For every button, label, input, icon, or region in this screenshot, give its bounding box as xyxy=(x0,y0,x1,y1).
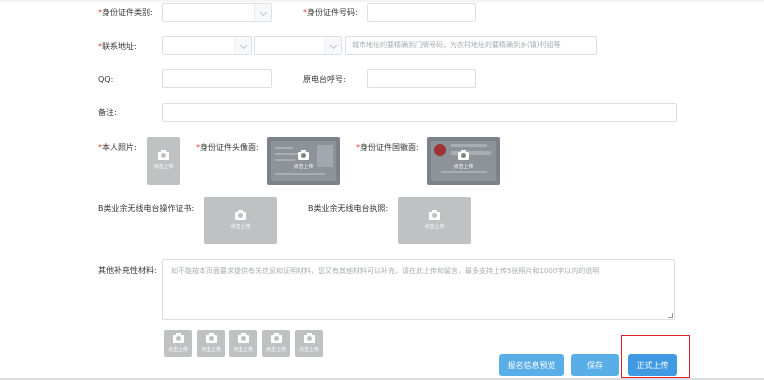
supplement-upload-3[interactable]: 点击上传 xyxy=(229,330,257,357)
id-card-front-preview xyxy=(271,141,336,181)
chevron-down-icon xyxy=(324,37,341,54)
province-select[interactable] xyxy=(162,36,252,55)
remark-input[interactable] xyxy=(162,103,677,122)
id-number-label: *身份证件号码: xyxy=(303,8,358,17)
original-callsign-input[interactable] xyxy=(367,69,476,88)
original-callsign-label: 原电台呼号: xyxy=(303,75,346,84)
camera-icon xyxy=(298,150,309,160)
supplement-upload-4[interactable]: 点击上传 xyxy=(262,330,290,357)
camera-icon xyxy=(458,150,469,160)
b-license-label: B类业余无线电台执照: xyxy=(308,204,389,213)
id-card-back-preview xyxy=(431,141,496,181)
camera-icon xyxy=(158,150,169,160)
b-cert-upload[interactable]: 点击上传 xyxy=(204,197,277,244)
qq-input[interactable] xyxy=(162,69,272,88)
submit-highlight-box xyxy=(621,335,690,378)
preview-button[interactable]: 报名信息预览 xyxy=(499,354,564,376)
photo-upload[interactable]: 点击上传 xyxy=(147,137,180,185)
address-input[interactable]: 城市地址的要精确到门牌号码，为农村地址的要精确到乡(镇)村组等 xyxy=(345,36,597,55)
camera-icon xyxy=(429,209,440,220)
id-type-label: *身份证件类别: xyxy=(98,8,153,17)
supplement-upload-5[interactable]: 点击上传 xyxy=(295,330,323,357)
camera-icon xyxy=(172,332,184,343)
supplement-upload-1[interactable]: 点击上传 xyxy=(164,330,192,357)
city-select[interactable] xyxy=(254,36,342,55)
supplement-label: 其他补充性材料: xyxy=(98,266,157,275)
b-cert-label: B类业余无线电台操作证书: xyxy=(98,204,195,213)
qq-label: QQ: xyxy=(98,75,114,84)
remark-label: 备注: xyxy=(98,108,117,117)
camera-icon xyxy=(303,332,315,343)
id-front-label: *身份证件头像面: xyxy=(196,143,259,152)
id-type-select[interactable] xyxy=(162,3,272,22)
camera-icon xyxy=(270,332,282,343)
camera-icon xyxy=(237,332,249,343)
supplement-upload-2[interactable]: 点击上传 xyxy=(197,330,225,357)
id-back-label: *身份证件国徽面: xyxy=(356,143,419,152)
camera-icon xyxy=(205,332,217,343)
camera-icon xyxy=(235,209,246,220)
b-license-upload[interactable]: 点击上传 xyxy=(398,197,471,244)
id-number-input[interactable] xyxy=(367,3,476,22)
top-edge xyxy=(0,0,764,2)
contact-address-label: *联系地址: xyxy=(98,42,137,51)
chevron-down-icon xyxy=(254,4,271,21)
chevron-down-icon xyxy=(234,37,251,54)
id-back-upload[interactable]: 点击上传 xyxy=(427,137,500,185)
resize-handle-icon[interactable] xyxy=(668,313,673,318)
supplement-placeholder: 如不能按本页面要求提供有关信息和证明材料，您又有其他材料可以补充，请在此上传和留… xyxy=(171,267,600,275)
supplement-textarea[interactable]: 如不能按本页面要求提供有关信息和证明材料，您又有其他材料可以补充，请在此上传和留… xyxy=(162,259,675,320)
save-button[interactable]: 保存 xyxy=(571,354,619,376)
photo-label: *本人照片: xyxy=(98,143,137,152)
id-front-upload[interactable]: 点击上传 xyxy=(267,137,340,185)
